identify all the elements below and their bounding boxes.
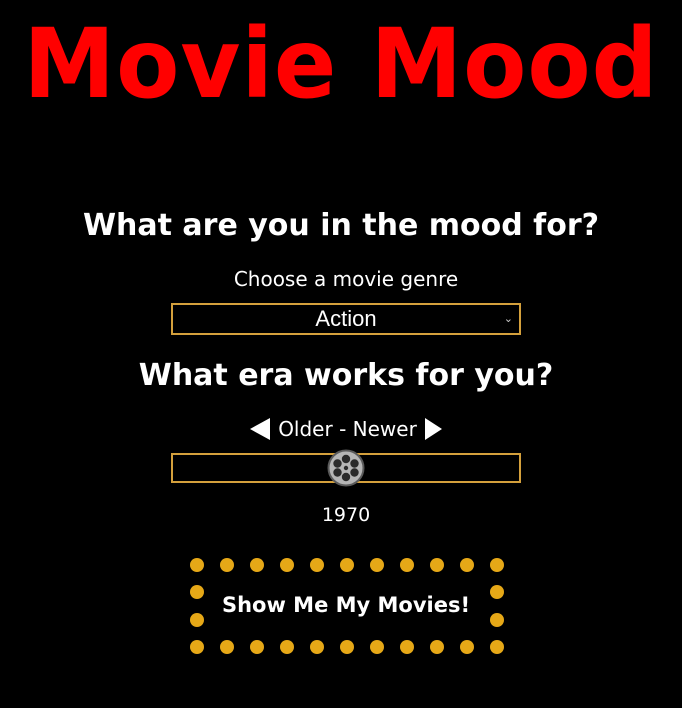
marquee-bulb	[490, 558, 504, 572]
film-reel-icon[interactable]	[327, 449, 365, 487]
marquee-bulb	[190, 640, 204, 654]
marquee-bulb	[400, 558, 414, 572]
genre-select[interactable]: Action ⌄	[171, 303, 521, 335]
genre-select-label: Choose a movie genre	[233, 267, 459, 291]
marquee-bulb	[250, 558, 264, 572]
marquee-bulb	[430, 558, 444, 572]
era-range-label-row: Older - Newer	[0, 414, 682, 444]
show-movies-button-label: Show Me My Movies!	[221, 593, 471, 617]
marquee-bulb	[490, 640, 504, 654]
marquee-bulb	[190, 558, 204, 572]
marquee-bulb	[220, 558, 234, 572]
show-movies-button[interactable]: Show Me My Movies!	[186, 555, 506, 655]
marquee-bulb	[250, 640, 264, 654]
app-title: Movie Mood	[23, 8, 659, 120]
genre-question-heading: What are you in the mood for?	[82, 208, 600, 243]
marquee-bulb	[280, 640, 294, 654]
marquee-bulb	[310, 558, 324, 572]
era-range-label: Older - Newer	[278, 417, 417, 441]
selected-year: 1970	[321, 504, 371, 526]
marquee-bulb	[340, 558, 354, 572]
genre-selected-value: Action	[315, 306, 377, 331]
triangle-left-icon	[250, 418, 271, 440]
marquee-bulb	[460, 558, 474, 572]
marquee-bulb	[280, 558, 294, 572]
chevron-down-icon: ⌄	[503, 312, 513, 325]
marquee-bulb	[400, 640, 414, 654]
movie-mood-page: Movie Mood What are you in the mood for?…	[0, 0, 682, 708]
marquee-bulb	[220, 640, 234, 654]
era-question-heading: What era works for you?	[138, 358, 554, 393]
marquee-bulb	[370, 640, 384, 654]
marquee-bulb	[430, 640, 444, 654]
marquee-bulb	[340, 640, 354, 654]
marquee-bulb	[370, 558, 384, 572]
marquee-bulb	[310, 640, 324, 654]
marquee-bulb	[460, 640, 474, 654]
triangle-right-icon	[424, 418, 442, 440]
